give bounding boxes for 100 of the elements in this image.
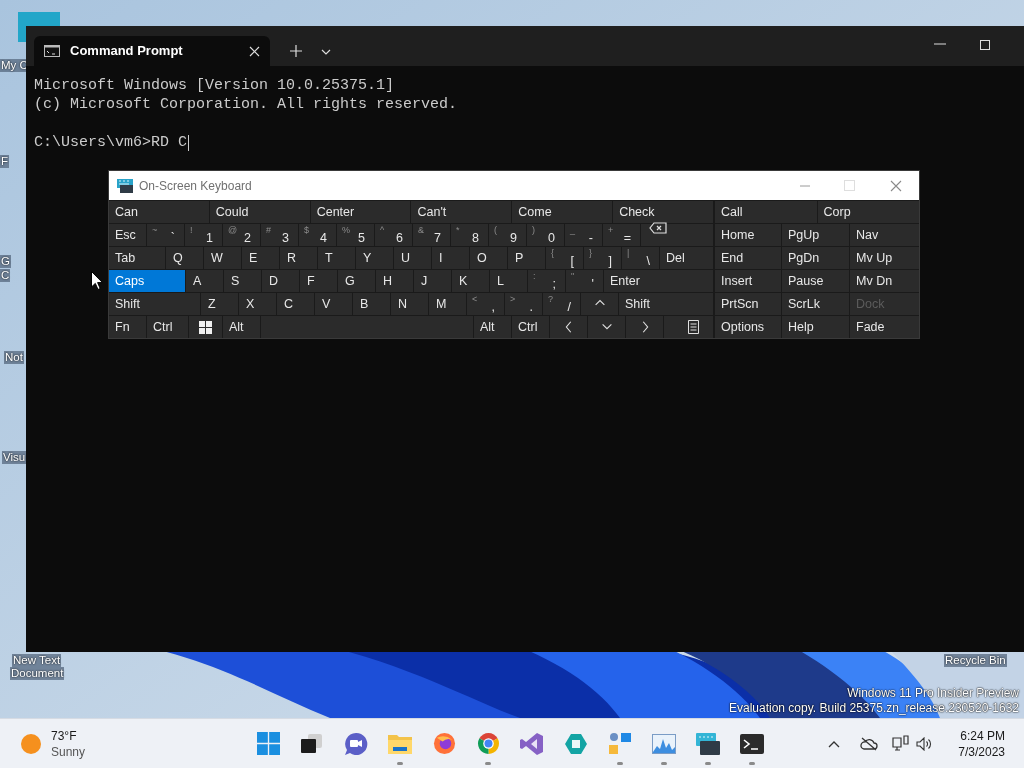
- key[interactable]: ! 1: [185, 224, 222, 246]
- clock-time[interactable]: 6:24 PM: [960, 727, 1005, 744]
- key[interactable]: E: [242, 247, 279, 269]
- word-suggestion[interactable]: Come: [512, 201, 613, 223]
- key[interactable]: A: [186, 270, 223, 292]
- key[interactable]: Insert: [715, 270, 781, 292]
- key[interactable]: Fn: [109, 316, 146, 338]
- key[interactable]: $ 4: [299, 224, 336, 246]
- word-suggestion[interactable]: Can't: [411, 201, 512, 223]
- key[interactable]: B: [353, 293, 390, 315]
- key[interactable]: Fade: [850, 316, 919, 338]
- key[interactable]: Ctrl: [512, 316, 549, 338]
- clock-date[interactable]: 7/3/2023: [958, 743, 1005, 760]
- key[interactable]: Mv Up: [850, 247, 919, 269]
- key[interactable]: K: [452, 270, 489, 292]
- network-icon[interactable]: [892, 735, 911, 752]
- key[interactable]: Caps: [109, 270, 185, 292]
- desktop-icon-label[interactable]: Recycle Bin: [944, 654, 1007, 667]
- key[interactable]: J: [414, 270, 451, 292]
- key[interactable]: + =: [603, 224, 640, 246]
- key[interactable]: T: [318, 247, 355, 269]
- key[interactable]: Nav: [850, 224, 919, 246]
- key[interactable]: ( 9: [489, 224, 526, 246]
- key[interactable]: { [: [546, 247, 583, 269]
- key[interactable]: > .: [505, 293, 542, 315]
- key[interactable]: S: [224, 270, 261, 292]
- tab[interactable]: Command Prompt: [34, 36, 270, 66]
- word-suggestion[interactable]: Could: [209, 201, 310, 223]
- key[interactable]: Shift: [109, 293, 200, 315]
- key[interactable]: PrtScn: [715, 293, 781, 315]
- desktop-icon-label[interactable]: Document: [10, 667, 65, 680]
- key[interactable]: Y: [356, 247, 393, 269]
- word-suggestion[interactable]: Call: [715, 201, 817, 223]
- key[interactable]: : ;: [528, 270, 565, 292]
- key[interactable]: Mv Dn: [850, 270, 919, 292]
- key[interactable]: End: [715, 247, 781, 269]
- key[interactable]: & 7: [413, 224, 450, 246]
- key[interactable]: Q: [166, 247, 203, 269]
- key[interactable]: V: [315, 293, 352, 315]
- key[interactable]: Ctrl: [147, 316, 188, 338]
- desktop-icon-label[interactable]: Visu: [2, 451, 27, 464]
- key[interactable]: W: [204, 247, 241, 269]
- key[interactable]: Esc: [109, 224, 146, 246]
- key[interactable]: Enter: [604, 270, 713, 292]
- key[interactable]: ? /: [543, 293, 580, 315]
- key[interactable]: [189, 316, 222, 338]
- key[interactable]: U: [394, 247, 431, 269]
- key[interactable]: | \: [622, 247, 659, 269]
- key[interactable]: O: [470, 247, 507, 269]
- key[interactable]: M: [429, 293, 466, 315]
- key[interactable]: } ]: [584, 247, 621, 269]
- chevron-up-icon[interactable]: [828, 739, 841, 748]
- desktop-icon-label[interactable]: F: [0, 155, 10, 168]
- key[interactable]: Alt: [474, 316, 511, 338]
- word-suggestion[interactable]: Center: [310, 201, 411, 223]
- volume-icon[interactable]: [916, 736, 933, 751]
- maximize-icon[interactable]: [980, 40, 990, 50]
- key[interactable]: Home: [715, 224, 781, 246]
- key[interactable]: C: [277, 293, 314, 315]
- key[interactable]: Alt: [223, 316, 260, 338]
- key[interactable]: PgUp: [782, 224, 849, 246]
- key[interactable]: G: [338, 270, 375, 292]
- key[interactable]: @ 2: [223, 224, 260, 246]
- key[interactable]: F: [300, 270, 337, 292]
- key[interactable]: P: [508, 247, 545, 269]
- key[interactable]: D: [262, 270, 299, 292]
- chevron-down-icon[interactable]: [321, 48, 331, 56]
- key[interactable]: ) 0: [527, 224, 564, 246]
- desktop-icon-label[interactable]: New Text: [12, 654, 62, 667]
- key[interactable]: Shift: [619, 293, 713, 315]
- key[interactable]: ^ 6: [375, 224, 412, 246]
- desktop-icon-label[interactable]: C: [0, 269, 11, 282]
- key[interactable]: Options: [715, 316, 781, 338]
- key[interactable]: PgDn: [782, 247, 849, 269]
- key[interactable]: " ': [566, 270, 603, 292]
- key[interactable]: ScrLk: [782, 293, 849, 315]
- key[interactable]: Help: [782, 316, 849, 338]
- desktop-icon-label[interactable]: Not: [4, 351, 24, 364]
- key[interactable]: [664, 316, 713, 338]
- desktop-icon-label[interactable]: G: [0, 255, 11, 268]
- key[interactable]: N: [391, 293, 428, 315]
- key[interactable]: Pause: [782, 270, 849, 292]
- key[interactable]: I: [432, 247, 469, 269]
- key[interactable]: * 8: [451, 224, 488, 246]
- key[interactable]: Del: [660, 247, 713, 269]
- word-suggestion[interactable]: Corp: [817, 201, 919, 223]
- cloud-off-icon[interactable]: [860, 736, 879, 751]
- key[interactable]: L: [490, 270, 527, 292]
- key[interactable]: _ -: [565, 224, 602, 246]
- key[interactable]: Tab: [109, 247, 165, 269]
- key[interactable]: Z: [201, 293, 238, 315]
- key[interactable]: < ,: [467, 293, 504, 315]
- key[interactable]: % 5: [337, 224, 374, 246]
- word-suggestion[interactable]: Check: [613, 201, 713, 223]
- key[interactable]: ~ `: [147, 224, 184, 246]
- plus-icon[interactable]: [290, 45, 302, 57]
- key[interactable]: X: [239, 293, 276, 315]
- key[interactable]: # 3: [261, 224, 298, 246]
- word-suggestion[interactable]: Can: [109, 201, 209, 223]
- key[interactable]: H: [376, 270, 413, 292]
